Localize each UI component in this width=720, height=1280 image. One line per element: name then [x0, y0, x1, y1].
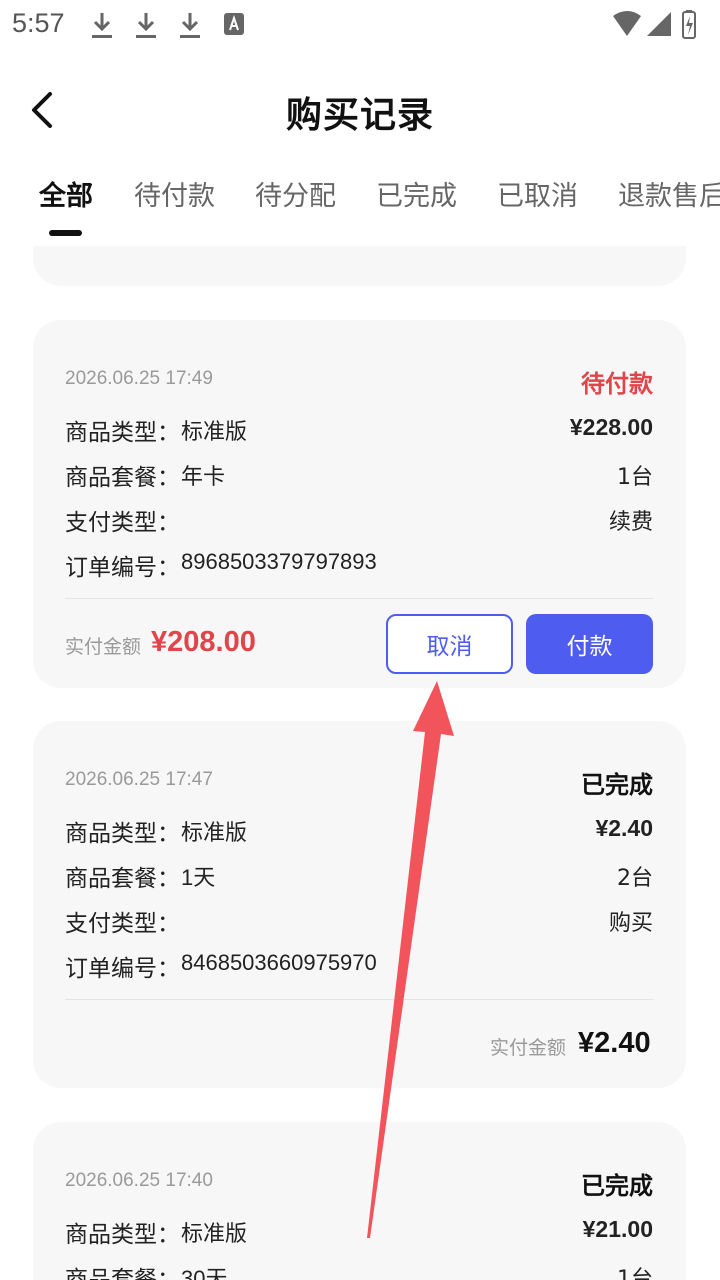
status-icons — [613, 10, 696, 39]
paid-amount-label: 实付金额 — [65, 636, 142, 658]
tab-pending-allocation[interactable]: 待分配 — [255, 174, 336, 213]
pay-type-label: 支付类型： — [65, 911, 180, 937]
page-title: 购买记录 — [285, 95, 434, 136]
product-type-value: 标准版 — [181, 419, 248, 444]
product-type-value: 标准版 — [181, 1221, 248, 1246]
paid-amount-value: ¥208.00 — [151, 626, 256, 658]
quantity-value: 2台 — [617, 866, 653, 891]
order-card[interactable]: 2026.06.25 17:40 已完成 商品类型： 标准版 ¥21.00 商品… — [33, 1122, 686, 1280]
quantity-value: 1台 — [617, 465, 653, 490]
tab-completed[interactable]: 已完成 — [376, 174, 457, 213]
pay-type-value: 续费 — [608, 510, 653, 535]
order-date: 2026.06.25 17:49 — [65, 368, 213, 389]
quantity-value: 1台 — [617, 1267, 653, 1280]
package-value: 30天 — [181, 1266, 228, 1280]
order-card[interactable] — [33, 246, 686, 286]
product-type-label: 商品类型： — [65, 821, 180, 847]
font-a-icon — [224, 13, 244, 35]
order-status: 待付款 — [581, 370, 653, 398]
product-type-label: 商品类型： — [65, 1222, 180, 1248]
order-card[interactable]: 2026.06.25 17:49 待付款 商品类型： 标准版 ¥228.00 商… — [33, 320, 686, 688]
divider — [65, 598, 653, 599]
status-bar: 5:57 — [0, 0, 720, 52]
download-icon — [180, 13, 200, 38]
order-date: 2026.06.25 17:47 — [65, 769, 213, 790]
order-price: ¥2.40 — [595, 815, 653, 841]
pay-type-label: 支付类型： — [65, 510, 180, 536]
download-icon — [92, 13, 112, 38]
package-value: 年卡 — [181, 464, 226, 489]
tab-all[interactable]: 全部 — [39, 174, 93, 213]
order-no-label: 订单编号： — [65, 956, 180, 982]
cancel-button[interactable]: 取消 — [386, 614, 513, 674]
package-label: 商品套餐： — [65, 1267, 180, 1280]
wifi-icon — [613, 11, 641, 36]
order-list[interactable]: 2026.06.25 17:49 待付款 商品类型： 标准版 ¥228.00 商… — [0, 246, 720, 1280]
divider — [65, 999, 653, 1000]
order-status: 已完成 — [581, 771, 653, 799]
tab-pending-payment[interactable]: 待付款 — [134, 174, 215, 213]
package-value: 1天 — [181, 865, 216, 890]
paid-amount-value: ¥2.40 — [578, 1027, 651, 1059]
order-no-value: 8968503379797893 — [181, 549, 377, 574]
pay-button[interactable]: 付款 — [526, 614, 653, 674]
battery-icon — [682, 10, 696, 39]
order-status: 已完成 — [581, 1172, 653, 1200]
paid-amount-label: 实付金额 — [490, 1037, 567, 1059]
order-price: ¥21.00 — [582, 1216, 653, 1242]
package-label: 商品套餐： — [65, 866, 180, 892]
tab-refund[interactable]: 退款售后 — [618, 174, 720, 213]
product-type-value: 标准版 — [181, 820, 248, 845]
order-price: ¥228.00 — [569, 414, 653, 440]
header: 购买记录 — [0, 78, 720, 142]
status-time: 5:57 — [12, 8, 65, 38]
pay-type-value: 购买 — [608, 911, 653, 936]
order-date: 2026.06.25 17:40 — [65, 1170, 213, 1191]
product-type-label: 商品类型： — [65, 420, 180, 446]
download-icon — [136, 13, 156, 38]
tab-cancelled[interactable]: 已取消 — [497, 174, 578, 213]
signal-icon — [647, 12, 671, 36]
package-label: 商品套餐： — [65, 465, 180, 491]
tab-bar: 全部 待付款 待分配 已完成 已取消 退款售后 — [0, 166, 720, 246]
order-card[interactable]: 2026.06.25 17:47 已完成 商品类型： 标准版 ¥2.40 商品套… — [33, 721, 686, 1088]
order-no-label: 订单编号： — [65, 555, 180, 581]
order-no-value: 8468503660975970 — [181, 950, 377, 975]
tab-indicator — [49, 230, 82, 236]
